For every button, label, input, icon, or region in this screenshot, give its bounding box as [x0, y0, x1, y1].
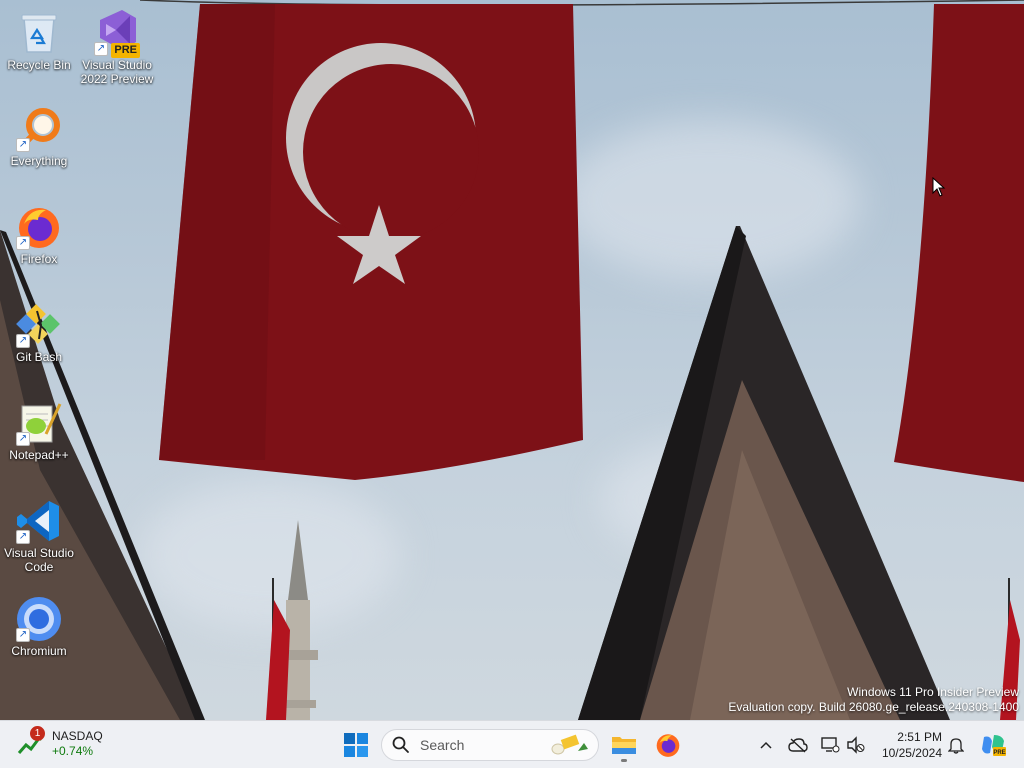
evaluation-watermark: Windows 11 Pro Insider Preview Evaluatio…	[728, 685, 1019, 715]
copilot-button[interactable]: PRE	[980, 735, 1006, 756]
folder-icon	[612, 737, 636, 754]
widget-change: +0.74%	[52, 744, 94, 758]
watermark-line1: Windows 11 Pro Insider Preview	[847, 685, 1019, 699]
show-hidden-icons-button[interactable]	[756, 735, 776, 755]
recycle-bin-icon	[21, 14, 57, 53]
desktop-wallpaper: Recycle Bin PRE ↗ Visual Studio 2022 Pre…	[0, 0, 1024, 720]
shortcut-arrow-icon: ↗	[16, 236, 30, 250]
shortcut-arrow-icon: ↗	[16, 432, 30, 446]
chevron-up-icon	[760, 741, 772, 749]
search-highlight-icon	[551, 734, 588, 755]
watermark-line2: Evaluation copy. Build 26080.ge_release.…	[728, 700, 1019, 714]
turkish-flag-right	[894, 4, 1024, 482]
cloud-offline-icon	[788, 738, 808, 753]
onedrive-tray-button[interactable]	[788, 735, 808, 755]
search-input[interactable]	[418, 736, 542, 754]
clock-date: 10/25/2024	[881, 746, 942, 760]
turkish-flag	[159, 4, 583, 480]
volume-muted-icon	[847, 736, 865, 754]
desktop-icon-vscode[interactable]: ↗ Visual Studio Code	[0, 496, 78, 574]
desktop-icon-label: Visual Studio Code	[4, 546, 74, 574]
shortcut-arrow-icon: ↗	[16, 628, 30, 642]
firefox-taskbar-button[interactable]	[648, 725, 688, 765]
start-button[interactable]	[336, 725, 376, 765]
stocks-widget[interactable]: 1 NASDAQ +0.74%	[16, 726, 103, 759]
desktop-icon-label: Visual Studio 2022 Preview	[80, 58, 154, 86]
desktop-icon-firefox[interactable]: ↗ Firefox	[0, 202, 78, 266]
shortcut-arrow-icon: ↗	[16, 530, 30, 544]
search-icon	[392, 736, 409, 753]
notification-badge: 1	[30, 726, 45, 741]
svg-text:PRE: PRE	[993, 750, 1005, 756]
desktop-icon-chromium[interactable]: ↗ Chromium	[0, 594, 78, 658]
network-icon	[821, 737, 840, 753]
desktop-icon-git-bash[interactable]: ↗ Git Bash	[0, 300, 78, 364]
shortcut-arrow-icon: ↗	[94, 42, 108, 56]
desktop-icon-label: Git Bash	[15, 350, 63, 364]
running-indicator	[621, 759, 627, 762]
firefox-icon	[656, 734, 680, 757]
network-tray-button[interactable]	[820, 735, 840, 755]
file-explorer-button[interactable]	[604, 725, 644, 765]
desktop-icon-label: Notepad++	[9, 448, 69, 462]
desktop-icon-visual-studio-preview[interactable]: PRE ↗ Visual Studio 2022 Preview	[78, 8, 156, 86]
stock-chart-icon: 1	[16, 726, 46, 759]
bell-icon	[948, 738, 964, 754]
notifications-button[interactable]	[946, 735, 966, 755]
taskbar-search-box[interactable]	[381, 729, 599, 761]
desktop-icon-recycle-bin[interactable]: Recycle Bin	[0, 8, 78, 72]
desktop-icon-everything[interactable]: ↗ Everything	[0, 104, 78, 168]
taskbar-clock[interactable]: 2:51 PM 10/25/2024	[872, 729, 942, 761]
volume-tray-button[interactable]	[846, 735, 866, 755]
mouse-cursor-icon	[932, 177, 946, 197]
widget-title: NASDAQ	[52, 729, 103, 743]
desktop-icon-label: Everything	[10, 154, 68, 168]
preview-badge: PRE	[111, 43, 140, 58]
desktop-icon-label: Chromium	[11, 644, 67, 658]
windows-logo-icon	[344, 733, 368, 757]
shortcut-arrow-icon: ↗	[16, 334, 30, 348]
desktop-icon-label: Firefox	[20, 252, 58, 266]
shortcut-arrow-icon: ↗	[16, 138, 30, 152]
desktop-icon-notepad-plus-plus[interactable]: ↗ Notepad++	[0, 398, 78, 462]
desktop-icon-label: Recycle Bin	[7, 58, 71, 72]
taskbar: 1 NASDAQ +0.74% Search 2:51 PM 10/25/202…	[0, 720, 1024, 768]
copilot-icon: PRE	[982, 735, 1006, 756]
clock-time: 2:51 PM	[897, 730, 942, 744]
